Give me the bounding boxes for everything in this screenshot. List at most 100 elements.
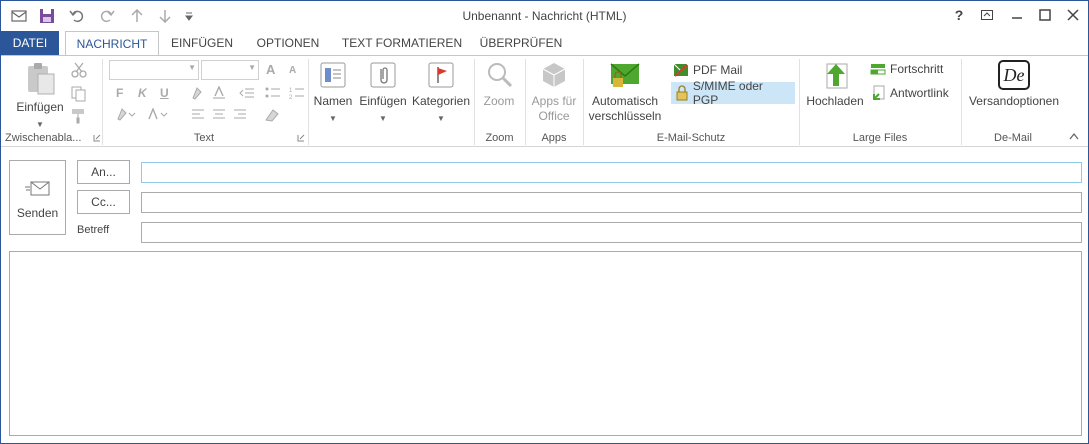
pdf-mail-icon <box>673 63 689 77</box>
reply-link-button[interactable]: Antwortlink <box>870 85 949 101</box>
send-button[interactable]: Senden <box>9 160 66 235</box>
copy-icon[interactable] <box>71 86 87 102</box>
decrease-indent-icon[interactable] <box>239 86 255 100</box>
ribbon-tab-bar: DATEI NACHRICHT EINFÜGEN OPTIONEN TEXT F… <box>1 31 1088 56</box>
chevron-down-icon: ▼ <box>36 120 44 129</box>
shrink-font-icon[interactable]: A <box>289 65 296 76</box>
grow-font-icon[interactable]: A <box>266 62 275 77</box>
reply-link-label: Antwortlink <box>890 86 949 100</box>
align-center-icon[interactable] <box>212 108 226 122</box>
tab-nachricht[interactable]: NACHRICHT <box>65 31 159 56</box>
upload-button[interactable]: Hochladen <box>803 60 867 109</box>
italic-icon[interactable]: K <box>138 86 147 100</box>
encrypted-mail-icon <box>610 63 640 87</box>
address-book-icon <box>320 62 346 88</box>
dialog-launcher-icon[interactable] <box>297 134 305 142</box>
to-field[interactable] <box>141 162 1082 183</box>
highlight-icon[interactable] <box>191 86 205 100</box>
auto-encrypt-button[interactable]: Automatisch verschlüsseln <box>586 60 664 124</box>
to-button[interactable]: An... <box>77 160 130 184</box>
maximize-icon[interactable] <box>1031 4 1059 26</box>
ribbon-display-icon[interactable] <box>973 4 1001 26</box>
apps-cube-icon <box>542 63 566 87</box>
message-body-editor[interactable] <box>9 251 1082 436</box>
group-label-email-protection: E-Mail-Schutz <box>656 132 726 144</box>
group-label-clipboard: Zwischenabla... <box>5 132 82 144</box>
tab-ueberpruefen[interactable]: ÜBERPRÜFEN <box>475 31 567 55</box>
reply-link-icon <box>873 85 885 100</box>
send-icon <box>24 181 49 196</box>
apps-label-line2: Office <box>538 109 570 123</box>
font-color-icon[interactable] <box>212 86 226 100</box>
group-separator <box>308 59 309 145</box>
categories-button[interactable]: Kategorien ▼ <box>411 60 471 126</box>
align-left-icon[interactable] <box>191 108 205 122</box>
zoom-button[interactable]: Zoom <box>477 60 521 109</box>
smime-pgp-label: S/MIME oder PGP <box>692 79 763 107</box>
chevron-down-icon: ▼ <box>437 114 445 123</box>
bullets-icon[interactable] <box>265 86 281 100</box>
upload-label: Hochladen <box>806 94 864 108</box>
pdf-mail-label: PDF Mail <box>693 63 743 77</box>
apps-for-office-button[interactable]: Apps für Office <box>527 60 581 124</box>
group-label-large-files: Large Files <box>852 132 908 144</box>
cc-field[interactable] <box>141 192 1082 213</box>
font-name-combo[interactable]: ▼ <box>109 60 199 80</box>
chevron-down-icon: ▼ <box>188 63 196 72</box>
tab-einfuegen[interactable]: EINFÜGEN <box>165 31 239 55</box>
minimize-icon[interactable] <box>1003 4 1031 26</box>
send-label: Senden <box>16 206 59 220</box>
pdf-mail-button[interactable]: PDF Mail <box>673 62 742 78</box>
align-right-icon[interactable] <box>233 108 247 122</box>
progress-button[interactable]: Fortschritt <box>870 62 943 76</box>
tab-optionen[interactable]: OPTIONEN <box>247 31 329 55</box>
magnifier-icon <box>488 63 513 88</box>
tab-datei[interactable]: DATEI <box>1 31 59 55</box>
auto-encrypt-label-line2: verschlüsseln <box>588 109 662 123</box>
include-button[interactable]: Einfügen ▼ <box>357 60 409 126</box>
group-label-demail: De-Mail <box>994 132 1032 144</box>
bold-icon[interactable]: F <box>116 86 123 100</box>
underline-icon[interactable]: U <box>160 86 169 100</box>
format-painter-icon[interactable] <box>71 108 87 124</box>
paperclip-icon <box>370 62 396 88</box>
cc-button[interactable]: Cc... <box>77 190 130 214</box>
text-color-icon[interactable] <box>147 108 169 122</box>
help-icon[interactable]: ? <box>945 4 973 26</box>
names-label: Namen <box>313 94 353 108</box>
subject-field[interactable] <box>141 222 1082 243</box>
upload-icon <box>826 63 848 89</box>
window-title: Unbenannt - Nachricht (HTML) <box>462 9 627 23</box>
zoom-label: Zoom <box>483 94 515 108</box>
clipboard-icon <box>28 63 55 95</box>
tab-text-formatieren[interactable]: TEXT FORMATIEREN <box>337 31 467 55</box>
chevron-down-icon: ▼ <box>379 114 387 123</box>
progress-label: Fortschritt <box>890 62 944 76</box>
svg-text:2: 2 <box>289 95 293 100</box>
names-button[interactable]: Namen ▼ <box>311 60 355 126</box>
include-label: Einfügen <box>359 94 407 108</box>
categories-label: Kategorien <box>411 94 471 108</box>
paste-button[interactable]: Einfügen ▼ <box>13 62 67 132</box>
group-label-apps: Apps <box>541 132 567 144</box>
svg-text:1: 1 <box>289 88 293 94</box>
clear-formatting-icon[interactable] <box>263 108 279 122</box>
subject-label: Betreff <box>77 224 110 236</box>
font-size-combo[interactable]: ▼ <box>201 60 259 80</box>
smime-pgp-button[interactable]: S/MIME oder PGP <box>671 79 795 107</box>
cut-icon[interactable] <box>71 62 87 78</box>
title-bar: Unbenannt - Nachricht (HTML) ? <box>1 1 1088 31</box>
shipping-options-button[interactable]: De Versandoptionen <box>965 60 1063 109</box>
ribbon: Einfügen ▼ Zwischenabla... ▼ ▼ A A 12 F … <box>1 55 1088 147</box>
group-label-text: Text <box>193 132 215 144</box>
paste-label: Einfügen <box>16 100 64 114</box>
progress-icon <box>870 64 886 75</box>
flag-icon <box>428 62 454 88</box>
dialog-launcher-icon[interactable] <box>93 134 101 142</box>
collapse-ribbon-icon[interactable] <box>1069 132 1079 140</box>
chevron-down-icon: ▼ <box>248 63 256 72</box>
close-icon[interactable] <box>1059 4 1087 26</box>
highlight-color-icon[interactable] <box>116 108 136 122</box>
numbering-icon[interactable]: 12 <box>289 86 305 100</box>
lock-icon <box>676 85 688 101</box>
